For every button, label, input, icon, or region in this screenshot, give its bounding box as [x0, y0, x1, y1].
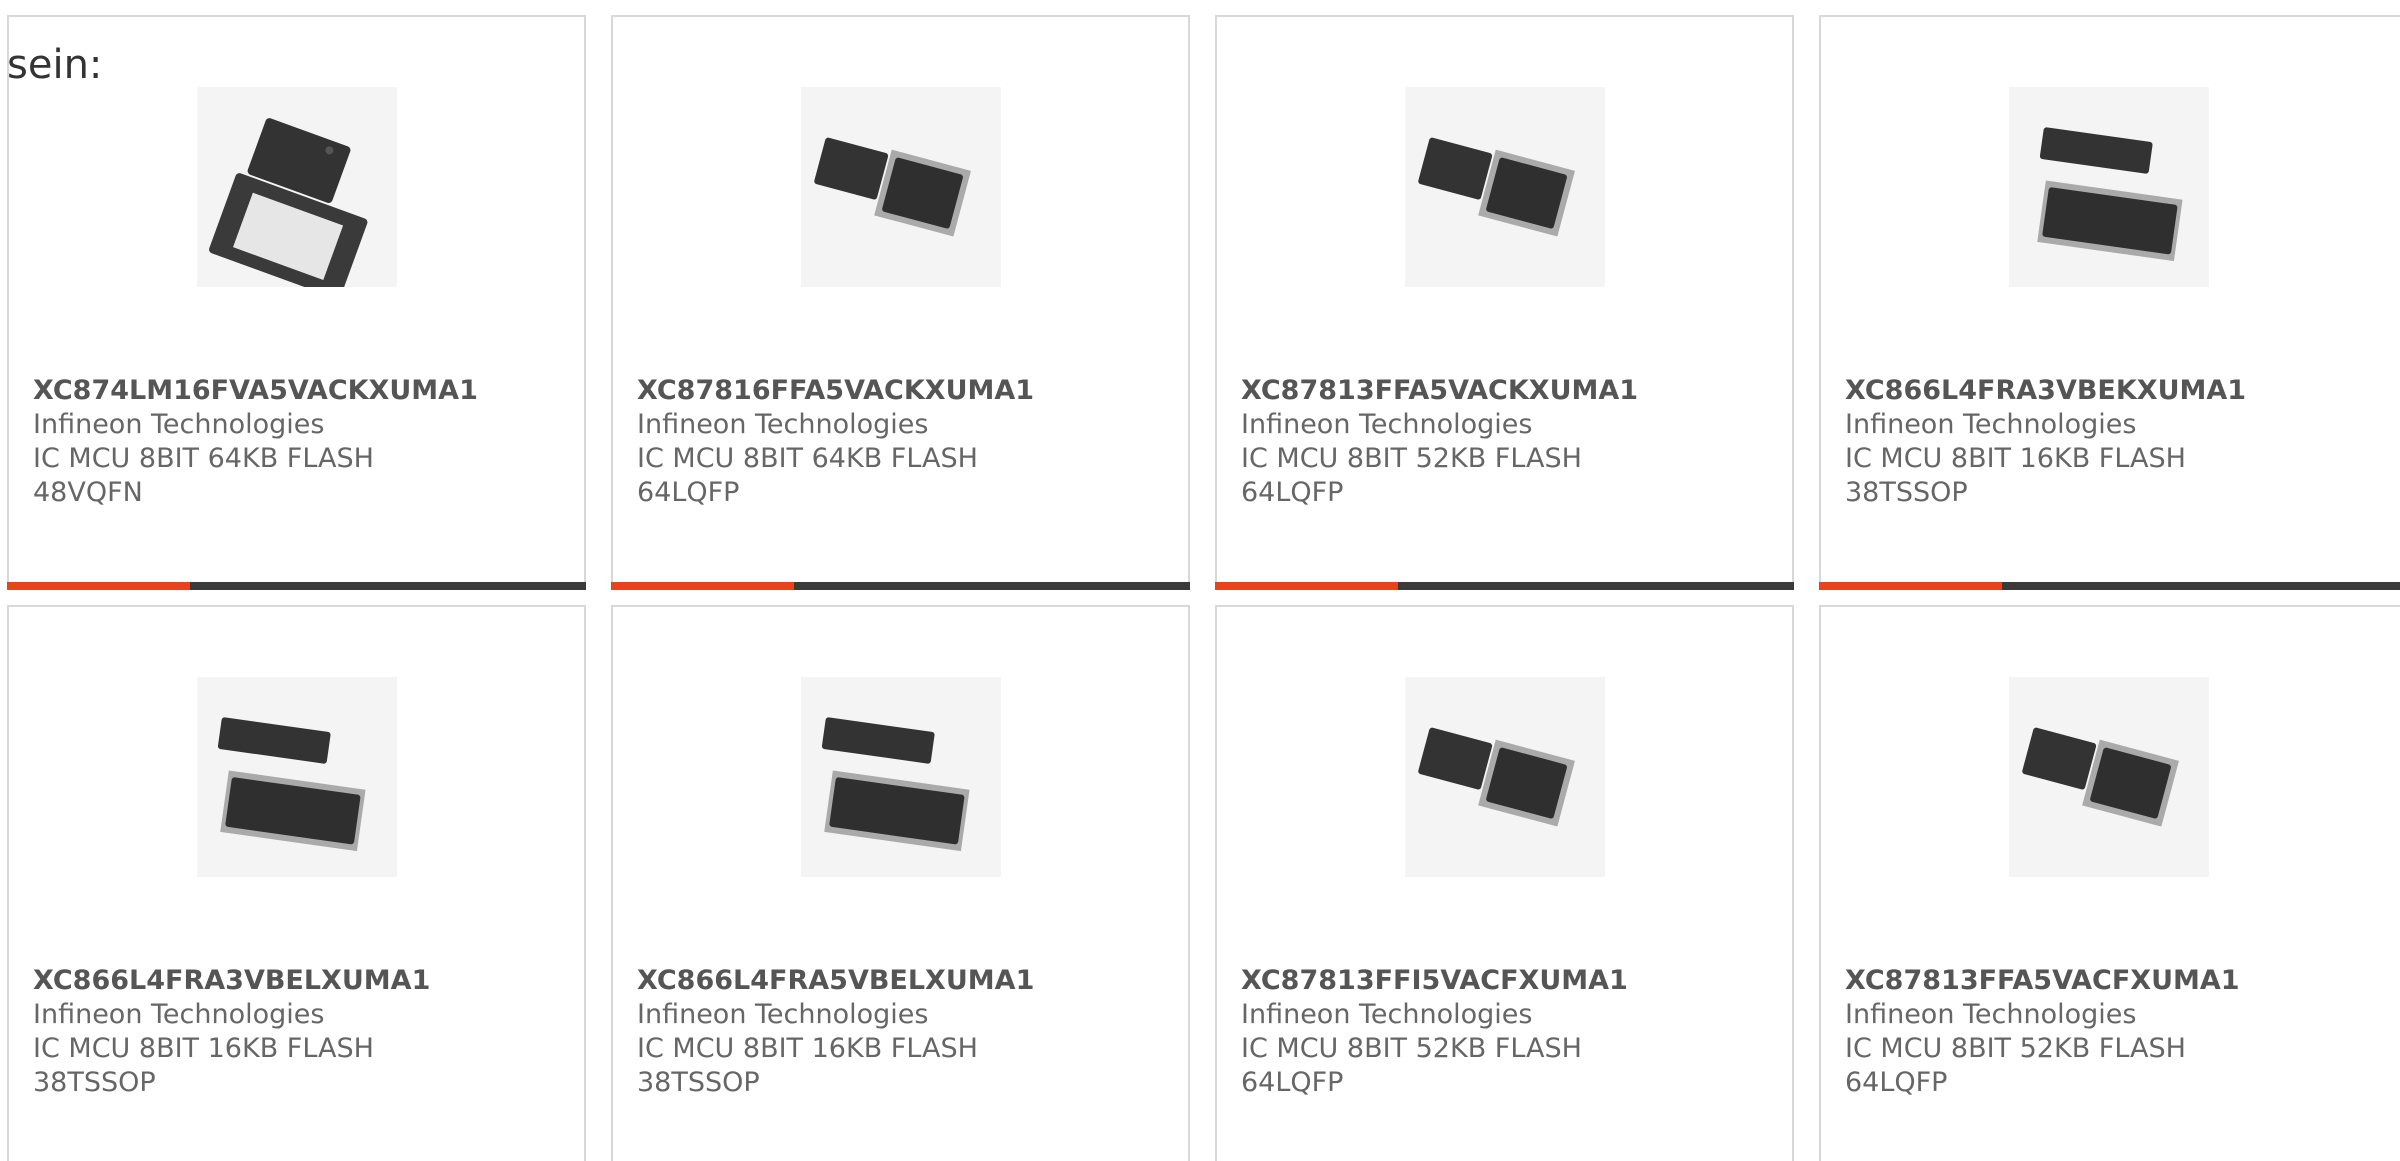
tssop-package-icon	[2009, 87, 2209, 287]
intro-text: sein:	[7, 42, 103, 88]
description-line-1: IC MCU 8BIT 52KB FLASH	[1241, 443, 1582, 474]
lqfp-package-icon	[1405, 677, 1605, 877]
description-line-1: IC MCU 8BIT 64KB FLASH	[33, 443, 374, 474]
manufacturer: Infineon Technologies	[1845, 409, 2137, 440]
description-line-2: 38TSSOP	[33, 1067, 156, 1098]
description-line-2: 38TSSOP	[637, 1067, 760, 1098]
part-number[interactable]: XC87813FFA5VACFXUMA1	[1845, 965, 2240, 996]
description-line-2: 48VQFN	[33, 477, 143, 508]
card-progress-accent	[1819, 582, 2002, 590]
product-card[interactable]: XC866L4FRA5VBELXUMA1 Infineon Technologi…	[611, 605, 1190, 1161]
product-card[interactable]: XC866L4FRA3VBELXUMA1 Infineon Technologi…	[7, 605, 586, 1161]
description-line-1: IC MCU 8BIT 16KB FLASH	[33, 1033, 374, 1064]
qfn-package-icon	[197, 87, 397, 287]
manufacturer: Infineon Technologies	[1241, 409, 1533, 440]
description-line-1: IC MCU 8BIT 52KB FLASH	[1241, 1033, 1582, 1064]
manufacturer: Infineon Technologies	[1241, 999, 1533, 1030]
card-progress-bar	[611, 582, 1190, 590]
manufacturer: Infineon Technologies	[637, 999, 929, 1030]
product-grid: sein: XC874LM16FVA5VACKXUMA1 Infineon Te…	[0, 0, 2400, 1161]
part-number[interactable]: XC87813FFI5VACFXUMA1	[1241, 965, 1628, 996]
description-line-2: 64LQFP	[1241, 477, 1344, 508]
description-line-2: 64LQFP	[637, 477, 740, 508]
description-line-2: 64LQFP	[1845, 1067, 1948, 1098]
tssop-package-icon	[197, 677, 397, 877]
product-card[interactable]: XC87813FFA5VACKXUMA1 Infineon Technologi…	[1215, 15, 1794, 590]
product-card[interactable]: XC866L4FRA3VBEKXUMA1 Infineon Technologi…	[1819, 15, 2400, 590]
tssop-package-icon	[801, 677, 1001, 877]
manufacturer: Infineon Technologies	[33, 409, 325, 440]
product-card[interactable]: XC874LM16FVA5VACKXUMA1 Infineon Technolo…	[7, 15, 586, 590]
part-number[interactable]: XC866L4FRA5VBELXUMA1	[637, 965, 1034, 996]
part-number[interactable]: XC87813FFA5VACKXUMA1	[1241, 375, 1638, 406]
product-card[interactable]: XC87813FFA5VACFXUMA1 Infineon Technologi…	[1819, 605, 2400, 1161]
manufacturer: Infineon Technologies	[1845, 999, 2137, 1030]
card-progress-accent	[611, 582, 794, 590]
description-line-2: 64LQFP	[1241, 1067, 1344, 1098]
manufacturer: Infineon Technologies	[33, 999, 325, 1030]
part-number[interactable]: XC87816FFA5VACKXUMA1	[637, 375, 1034, 406]
part-number[interactable]: XC874LM16FVA5VACKXUMA1	[33, 375, 478, 406]
description-line-1: IC MCU 8BIT 52KB FLASH	[1845, 1033, 2186, 1064]
description-line-1: IC MCU 8BIT 16KB FLASH	[1845, 443, 2186, 474]
lqfp-package-icon	[2009, 677, 2209, 877]
part-number[interactable]: XC866L4FRA3VBELXUMA1	[33, 965, 430, 996]
lqfp-package-icon	[801, 87, 1001, 287]
part-number[interactable]: XC866L4FRA3VBEKXUMA1	[1845, 375, 2246, 406]
product-card[interactable]: XC87816FFA5VACKXUMA1 Infineon Technologi…	[611, 15, 1190, 590]
card-progress-accent	[7, 582, 190, 590]
card-progress-bar	[7, 582, 586, 590]
description-line-2: 38TSSOP	[1845, 477, 1968, 508]
manufacturer: Infineon Technologies	[637, 409, 929, 440]
lqfp-package-icon	[1405, 87, 1605, 287]
description-line-1: IC MCU 8BIT 64KB FLASH	[637, 443, 978, 474]
card-progress-bar	[1215, 582, 1794, 590]
description-line-1: IC MCU 8BIT 16KB FLASH	[637, 1033, 978, 1064]
card-progress-accent	[1215, 582, 1398, 590]
product-card[interactable]: XC87813FFI5VACFXUMA1 Infineon Technologi…	[1215, 605, 1794, 1161]
card-progress-bar	[1819, 582, 2400, 590]
